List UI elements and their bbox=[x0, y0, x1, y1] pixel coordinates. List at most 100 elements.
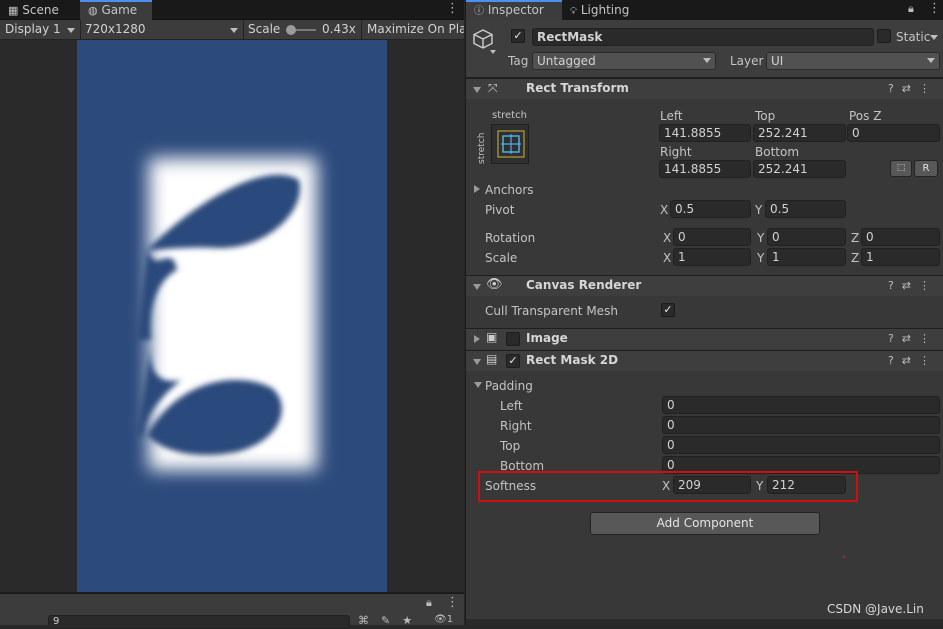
chevron-down-icon bbox=[703, 58, 711, 63]
right-field[interactable]: 141.8855 bbox=[659, 160, 751, 178]
tag-dropdown[interactable]: Untagged bbox=[532, 52, 716, 70]
more-options-icon[interactable]: ⋮ bbox=[928, 1, 941, 16]
bottom-field[interactable]: 252.241 bbox=[753, 160, 846, 178]
static-label: Static bbox=[896, 30, 931, 44]
resolution-dropdown[interactable]: 720x1280 bbox=[85, 20, 235, 39]
rect-mask-2d-header[interactable]: ▤ ✓ Rect Mask 2D ?⇄⋮ bbox=[466, 350, 943, 371]
chevron-down-icon bbox=[490, 50, 496, 54]
chevron-down-icon bbox=[230, 28, 238, 33]
padding-right-label: Right bbox=[500, 419, 532, 433]
rotation-x-label: X bbox=[663, 231, 672, 245]
rotation-y-label: Y bbox=[757, 231, 765, 245]
component-header-icons[interactable]: ?⇄⋮ bbox=[888, 354, 938, 367]
scale-slider-handle[interactable] bbox=[286, 25, 296, 35]
info-icon: ⓘ bbox=[474, 6, 484, 17]
active-checkbox[interactable]: ✓ bbox=[511, 29, 525, 43]
scale-label: Scale bbox=[248, 22, 281, 36]
padding-right-field[interactable]: 0 bbox=[662, 416, 940, 434]
add-component-button[interactable]: Add Component bbox=[590, 512, 820, 535]
tab-scene[interactable]: ▦ Scene bbox=[0, 0, 75, 20]
component-title: Image bbox=[526, 331, 568, 345]
scale-y-label: Y bbox=[757, 251, 765, 265]
anchors-fold-icon[interactable] bbox=[474, 185, 480, 193]
anchor-stretch-icon bbox=[497, 130, 525, 158]
chevron-down-icon bbox=[67, 28, 75, 33]
inspector-panel: ⓘ Inspector 💡︎ Lighting 🔒︎ ⋮ ✓ RectMask … bbox=[465, 0, 943, 625]
posz-label: Pos Z bbox=[849, 109, 882, 123]
fold-arrow-icon[interactable] bbox=[473, 87, 481, 93]
component-title: Rect Mask 2D bbox=[526, 353, 619, 367]
layer-dropdown[interactable]: UI bbox=[766, 52, 940, 70]
pivot-y-field[interactable]: 0.5 bbox=[765, 200, 846, 218]
search-input[interactable]: 9 bbox=[48, 615, 350, 629]
posz-field[interactable]: 0 bbox=[847, 124, 940, 142]
inspector-footer bbox=[466, 619, 943, 625]
cull-transparent-label: Cull Transparent Mesh bbox=[485, 304, 618, 318]
padding-fold-icon[interactable] bbox=[474, 382, 482, 388]
bottom-label: Bottom bbox=[755, 145, 800, 159]
pivot-y-label: Y bbox=[755, 203, 763, 217]
more-options-icon[interactable]: ⋮ bbox=[446, 595, 459, 610]
scale-y-field[interactable]: 1 bbox=[767, 248, 846, 266]
image-header[interactable]: ▣ Image ?⇄⋮ bbox=[466, 328, 943, 349]
rotation-x-field[interactable]: 0 bbox=[673, 228, 751, 246]
anchor-preset-button[interactable] bbox=[491, 124, 529, 164]
masked-image bbox=[137, 158, 317, 470]
scale-x-field[interactable]: 1 bbox=[673, 248, 751, 266]
cull-transparent-checkbox[interactable]: ✓ bbox=[661, 303, 675, 317]
rotation-z-label: Z bbox=[851, 231, 860, 245]
rect-mask-enabled-checkbox[interactable]: ✓ bbox=[506, 354, 520, 368]
top-field[interactable]: 252.241 bbox=[753, 124, 846, 142]
pivot-x-field[interactable]: 0.5 bbox=[670, 200, 751, 218]
tab-lighting[interactable]: 💡︎ Lighting bbox=[562, 0, 652, 20]
fold-arrow-icon[interactable] bbox=[473, 359, 481, 365]
blueprint-mode-button[interactable]: ⬚ bbox=[890, 160, 912, 177]
softness-highlight-box bbox=[478, 471, 858, 502]
raw-edit-button[interactable]: R bbox=[914, 160, 938, 177]
fold-arrow-icon[interactable] bbox=[473, 284, 481, 290]
anchors-label[interactable]: Anchors bbox=[485, 182, 534, 198]
rotation-y-field[interactable]: 0 bbox=[767, 228, 846, 246]
left-tab-bar: ▦ Scene ◍ Game ⋮ bbox=[0, 0, 464, 20]
scale-z-field[interactable]: 1 bbox=[861, 248, 940, 266]
rotation-z-field[interactable]: 0 bbox=[861, 228, 940, 246]
padding-left-field[interactable]: 0 bbox=[662, 396, 940, 414]
anchor-preset-label-vertical: stretch bbox=[477, 132, 487, 164]
object-name-field[interactable]: RectMask bbox=[532, 28, 874, 46]
eye-icon: 👁︎ bbox=[486, 277, 503, 292]
rect-transform-header[interactable]: ⤧ Rect Transform ?⇄⋮ bbox=[466, 78, 943, 99]
object-header: ✓ RectMask Static Tag Untagged Layer UI bbox=[466, 20, 943, 78]
tab-inspector[interactable]: ⓘ Inspector bbox=[466, 0, 562, 20]
right-label: Right bbox=[660, 145, 692, 159]
padding-label[interactable]: Padding bbox=[485, 378, 533, 394]
filter-icons[interactable]: ⌘✎★ bbox=[358, 614, 424, 627]
rect-mask-icon: ▤ bbox=[486, 352, 498, 366]
cube-icon bbox=[473, 29, 493, 49]
component-header-icons[interactable]: ?⇄⋮ bbox=[888, 82, 938, 95]
component-header-icons[interactable]: ?⇄⋮ bbox=[888, 332, 938, 345]
padding-top-label: Top bbox=[500, 439, 521, 453]
image-icon: ▣ bbox=[486, 330, 498, 344]
tab-game[interactable]: ◍ Game bbox=[80, 0, 152, 20]
more-options-icon[interactable]: ⋮ bbox=[446, 1, 459, 16]
component-header-icons[interactable]: ?⇄⋮ bbox=[888, 279, 938, 292]
gamepad-icon: ◍ bbox=[88, 4, 98, 17]
static-checkbox[interactable] bbox=[877, 29, 891, 43]
scene-grid-icon: ▦ bbox=[8, 4, 19, 17]
bottom-panel-bar: 🔒︎ ⋮ 9 ⌘✎★ 👁︎1 bbox=[0, 593, 464, 629]
lock-icon[interactable]: 🔒︎ bbox=[426, 596, 432, 610]
image-enabled-checkbox[interactable] bbox=[506, 332, 520, 346]
maximize-on-play-toggle[interactable]: Maximize On Play bbox=[367, 20, 464, 39]
left-field[interactable]: 141.8855 bbox=[659, 124, 751, 142]
padding-top-field[interactable]: 0 bbox=[662, 436, 940, 454]
chevron-down-icon[interactable] bbox=[930, 35, 938, 40]
fold-arrow-icon[interactable] bbox=[474, 335, 480, 343]
chevron-down-icon bbox=[927, 58, 935, 63]
game-screen bbox=[77, 40, 387, 592]
game-view-panel: ▦ Scene ◍ Game ⋮ Display 1 720x1280 Scal… bbox=[0, 0, 464, 629]
lock-icon[interactable]: 🔒︎ bbox=[908, 2, 914, 16]
canvas-renderer-header[interactable]: 👁︎ Canvas Renderer ?⇄⋮ bbox=[466, 275, 943, 296]
visibility-icon[interactable]: 👁︎1 bbox=[434, 614, 453, 625]
top-label: Top bbox=[755, 109, 776, 123]
pivot-label: Pivot bbox=[485, 203, 515, 217]
